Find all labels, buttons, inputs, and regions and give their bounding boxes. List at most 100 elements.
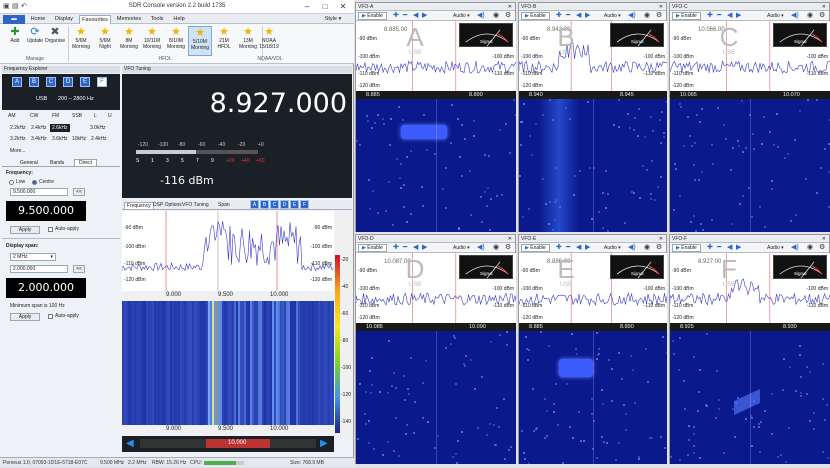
next-icon[interactable]: ▶ <box>422 243 427 251</box>
more-link[interactable]: More... <box>10 148 26 154</box>
speaker-icon[interactable]: ◀) <box>628 11 636 19</box>
next-icon[interactable]: ▶ <box>585 243 590 251</box>
vfo-waterfall[interactable] <box>670 331 830 464</box>
vfo-spectrum[interactable]: -90 dBm -100 dBm -110 dBm -120 dBm -100 … <box>670 21 830 91</box>
next-icon[interactable]: ▶ <box>736 243 741 251</box>
spec-vfo-a-button[interactable]: A <box>250 200 259 209</box>
add-icon[interactable]: ✚ <box>707 243 713 251</box>
settings-icon[interactable]: ⚙ <box>819 243 825 251</box>
tab-display[interactable]: Display <box>52 15 76 24</box>
close-icon[interactable]: ✕ <box>822 3 826 11</box>
tab-frequency[interactable]: Frequency <box>124 202 154 210</box>
subtab-bands[interactable]: Bands <box>50 160 64 166</box>
record-icon[interactable]: ◉ <box>644 11 650 19</box>
bw-option[interactable]: 10kHz <box>72 136 86 142</box>
tune-right-icon[interactable]: ▶ <box>320 438 328 449</box>
span-back-button[interactable]: << <box>73 265 85 273</box>
tab-home[interactable]: Home <box>27 15 49 24</box>
speaker-icon[interactable]: ◀) <box>477 11 485 19</box>
remove-icon[interactable]: ━ <box>717 243 721 251</box>
vfo-waterfall[interactable] <box>356 331 516 464</box>
settings-icon[interactable]: ⚙ <box>656 243 662 251</box>
settings-icon[interactable]: ⚙ <box>505 243 511 251</box>
remove-icon[interactable]: ━ <box>403 243 407 251</box>
add-icon[interactable]: ✚ <box>707 11 713 19</box>
close-button[interactable]: ✕ <box>334 0 352 13</box>
add-icon[interactable]: ✚ <box>393 243 399 251</box>
enable-button[interactable]: ▶ Enable <box>521 244 550 252</box>
tab-dsp-options[interactable]: DSP Options <box>153 202 182 208</box>
span-dropdown[interactable]: Span <box>218 202 230 208</box>
tab-vfo-tuning[interactable]: VFO Tuning <box>182 202 209 208</box>
audio-dropdown[interactable]: Audio ▾ <box>604 13 621 19</box>
settings-icon[interactable]: ⚙ <box>819 11 825 19</box>
speaker-icon[interactable]: ◀) <box>791 11 799 19</box>
subtab-direct[interactable]: Direct <box>74 159 98 167</box>
record-icon[interactable]: ◉ <box>493 11 499 19</box>
remove-icon[interactable]: ━ <box>566 11 570 19</box>
next-icon[interactable]: ▶ <box>736 11 741 19</box>
main-spectrum[interactable]: -90 dBm -100 dBm -110 dBm -120 dBm -90 d… <box>122 211 334 291</box>
spec-vfo-c-button[interactable]: C <box>270 200 279 209</box>
settings-icon[interactable]: ⚙ <box>505 11 511 19</box>
enable-button[interactable]: ▶ Enable <box>672 244 701 252</box>
update-button[interactable]: ⟳ Update <box>24 26 46 56</box>
record-icon[interactable]: ◉ <box>807 11 813 19</box>
tab-favourites[interactable]: Favourites <box>79 15 111 24</box>
vfo-spectrum[interactable]: -90 dBm -100 dBm -110 dBm -120 dBm -100 … <box>356 253 516 323</box>
bw-option[interactable]: 3.0kHz <box>90 125 106 131</box>
vfo-c-button[interactable]: C <box>46 77 56 87</box>
vfo-e-button[interactable]: E <box>80 77 90 87</box>
prev-icon[interactable]: ◀ <box>576 11 581 19</box>
audio-dropdown[interactable]: Audio ▾ <box>453 245 470 251</box>
tab-tools[interactable]: Tools <box>147 15 167 24</box>
mode-u[interactable]: U <box>108 113 112 119</box>
vfo-spectrum[interactable]: -90 dBm -100 dBm -110 dBm -120 dBm -100 … <box>670 253 830 323</box>
tab-help[interactable]: Help <box>170 15 188 24</box>
close-icon[interactable]: ✕ <box>659 3 663 11</box>
mode-ssb[interactable]: SSB <box>72 113 82 119</box>
close-icon[interactable]: ✕ <box>508 3 512 11</box>
vfo-spectrum[interactable]: -90 dBm -100 dBm -110 dBm -120 dBm -100 … <box>356 21 516 91</box>
span-auto-apply-checkbox[interactable] <box>48 314 53 319</box>
mode-am[interactable]: AM <box>8 113 16 119</box>
main-waterfall[interactable] <box>122 301 334 425</box>
prev-icon[interactable]: ◀ <box>727 243 732 251</box>
vfo-b-button[interactable]: B <box>29 77 39 87</box>
mode-fm[interactable]: FM <box>52 113 59 119</box>
fav-button-2[interactable]: ★ 5/6M Night <box>94 26 116 56</box>
vfo-spectrum[interactable]: -90 dBm -100 dBm -110 dBm -120 dBm -100 … <box>519 21 667 91</box>
fav-button-4[interactable]: ★ 10/11M Morning <box>140 26 164 56</box>
prev-icon[interactable]: ◀ <box>413 11 418 19</box>
speaker-icon[interactable]: ◀) <box>477 243 485 251</box>
organise-button[interactable]: ✖ Organise <box>44 26 66 56</box>
vfo-spectrum[interactable]: -90 dBm -100 dBm -110 dBm -120 dBm -100 … <box>519 253 667 323</box>
close-icon[interactable]: ✕ <box>508 235 512 243</box>
prev-icon[interactable]: ◀ <box>413 243 418 251</box>
add-icon[interactable]: ✚ <box>393 11 399 19</box>
bw-option-selected[interactable]: 2.6kHz <box>50 124 70 132</box>
add-icon[interactable]: ✚ <box>556 11 562 19</box>
bw-option[interactable]: 3.4kHz <box>31 136 47 142</box>
subtab-general[interactable]: General <box>20 160 38 166</box>
tune-slider[interactable]: 10.000 <box>140 439 316 448</box>
vfo-waterfall[interactable] <box>356 99 516 232</box>
centre-radio[interactable] <box>32 180 37 185</box>
vfo-waterfall[interactable] <box>670 99 830 232</box>
apply-frequency-button[interactable]: Apply <box>10 226 40 234</box>
record-icon[interactable]: ◉ <box>807 243 813 251</box>
fav-button-3[interactable]: ★ 8M Morning <box>118 26 140 56</box>
remove-icon[interactable]: ━ <box>717 11 721 19</box>
enable-button[interactable]: ▶ Enable <box>358 12 387 20</box>
remove-icon[interactable]: ━ <box>403 11 407 19</box>
fav-button-1[interactable]: ★ 5/6M Morning <box>70 26 92 56</box>
speaker-icon[interactable]: ◀) <box>628 243 636 251</box>
tab-memories[interactable]: Memories <box>114 15 144 24</box>
vfo-waterfall[interactable] <box>519 331 667 464</box>
low-radio[interactable] <box>9 180 14 185</box>
spec-vfo-b-button[interactable]: B <box>260 200 269 209</box>
spec-vfo-f-button[interactable]: F <box>300 200 309 209</box>
maximize-button[interactable]: □ <box>316 0 334 13</box>
close-icon[interactable]: ✕ <box>659 235 663 243</box>
vfo-waterfall[interactable] <box>519 99 667 232</box>
